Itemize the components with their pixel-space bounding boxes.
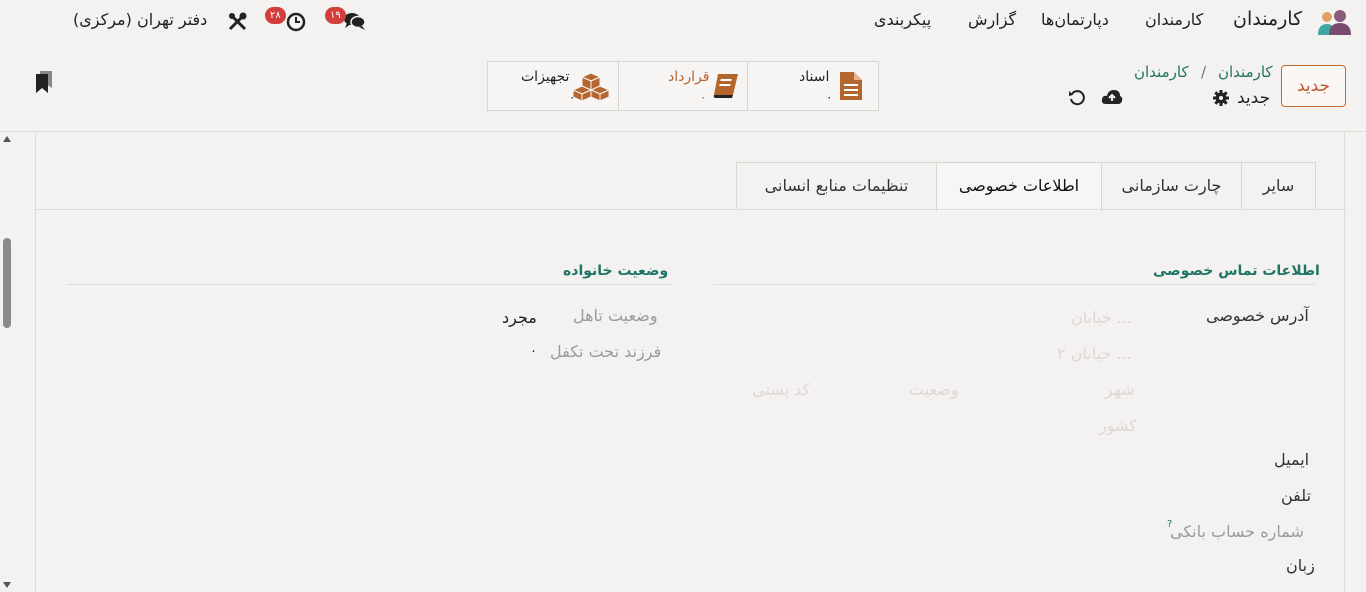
breadcrumb-current[interactable]: کارمندان bbox=[1134, 63, 1189, 81]
equipment-smart-button[interactable]: تجهیزات ۰ bbox=[487, 61, 619, 111]
app-name[interactable]: کارمندان bbox=[1233, 8, 1302, 30]
tools-icon[interactable] bbox=[227, 11, 248, 32]
menu-reports[interactable]: گزارش bbox=[968, 10, 1016, 29]
contract-label: قرارداد bbox=[668, 69, 710, 85]
breadcrumb-separator: / bbox=[1201, 63, 1207, 81]
tab-org-chart[interactable]: چارت سازمانی bbox=[1101, 162, 1242, 210]
tab-other[interactable]: سایر bbox=[1241, 162, 1316, 210]
activities-badge: ۲۸ bbox=[265, 7, 286, 24]
book-icon bbox=[712, 73, 740, 99]
street2-input[interactable]: خیابان ۲ ... bbox=[1057, 344, 1132, 363]
family-status-divider bbox=[67, 284, 672, 285]
bank-account-label: شماره حساب بانکی bbox=[1170, 522, 1304, 541]
discard-icon[interactable] bbox=[1068, 88, 1086, 106]
bookmark-icon[interactable] bbox=[35, 70, 53, 94]
private-contact-title: اطلاعات تماس خصوصی bbox=[1153, 263, 1320, 279]
top-navbar: کارمندان کارمندان دپارتمان‌ها گزارش پیکر… bbox=[0, 0, 1366, 44]
messages-badge: ۱۹ bbox=[325, 7, 346, 24]
documents-smart-button[interactable]: اسناد ۰ bbox=[747, 61, 879, 111]
equipment-count: ۰ bbox=[569, 90, 576, 104]
contract-count: ۰ bbox=[700, 90, 707, 104]
equipment-label: تجهیزات bbox=[521, 69, 570, 85]
marital-status-select[interactable]: مجرد bbox=[502, 308, 537, 327]
record-name: جدید bbox=[1237, 88, 1271, 108]
breadcrumb-employees[interactable]: کارمندان bbox=[1218, 63, 1273, 81]
menu-configuration[interactable]: پیکربندی bbox=[874, 10, 931, 29]
family-status-title: وضعیت خانواده bbox=[563, 263, 669, 279]
country-input[interactable]: کشور bbox=[1099, 416, 1137, 435]
tab-private-info[interactable]: اطلاعات خصوصی bbox=[936, 162, 1102, 211]
marital-status-label: وضعیت تاهل bbox=[573, 306, 658, 325]
tab-divider bbox=[36, 209, 1346, 210]
contract-smart-button[interactable]: قرارداد ۰ bbox=[618, 61, 748, 111]
form-sheet: سایر چارت سازمانی اطلاعات خصوصی تنظیمات … bbox=[35, 132, 1346, 592]
private-contact-divider bbox=[713, 284, 1316, 285]
gear-icon[interactable] bbox=[1212, 89, 1230, 107]
state-input[interactable]: وضعیت bbox=[909, 380, 959, 399]
tab-hr-settings[interactable]: تنظیمات منابع انسانی bbox=[736, 162, 937, 210]
messages-icon[interactable] bbox=[343, 10, 367, 32]
cubes-icon bbox=[571, 71, 611, 102]
scroll-thumb[interactable] bbox=[3, 238, 11, 328]
vertical-scrollbar[interactable] bbox=[0, 132, 16, 592]
dependent-children-label: فرزند تحت تکفل bbox=[550, 342, 662, 361]
email-label: ایمیل bbox=[1274, 450, 1310, 469]
dependent-children-input[interactable]: ۰ bbox=[530, 344, 537, 359]
document-icon bbox=[839, 71, 863, 101]
bank-help-icon[interactable]: ? bbox=[1167, 519, 1172, 530]
save-cloud-icon[interactable] bbox=[1101, 88, 1123, 106]
activity-clock-icon[interactable] bbox=[286, 12, 306, 32]
private-address-label: آدرس خصوصی bbox=[1206, 306, 1309, 325]
control-panel: جدید کارمندان / کارمندان جدید اسناد ۰ قر… bbox=[0, 44, 1366, 132]
menu-departments[interactable]: دپارتمان‌ها bbox=[1041, 10, 1109, 29]
city-input[interactable]: شهر bbox=[1105, 380, 1135, 399]
company-switcher[interactable]: دفتر تهران (مرکزی) bbox=[73, 10, 207, 29]
phone-label: تلفن bbox=[1281, 486, 1312, 505]
zip-input[interactable]: کد پستی bbox=[752, 380, 810, 399]
language-label: زبان bbox=[1286, 556, 1315, 575]
new-button[interactable]: جدید bbox=[1281, 65, 1346, 107]
documents-count: ۰ bbox=[826, 90, 833, 104]
scroll-down-arrow-icon[interactable] bbox=[3, 582, 11, 588]
app-logo-icon[interactable] bbox=[1316, 9, 1352, 37]
documents-label: اسناد bbox=[799, 69, 830, 85]
street-input[interactable]: خیابان ... bbox=[1071, 308, 1132, 327]
scroll-up-arrow-icon[interactable] bbox=[3, 136, 11, 142]
menu-employees[interactable]: کارمندان bbox=[1145, 10, 1203, 29]
